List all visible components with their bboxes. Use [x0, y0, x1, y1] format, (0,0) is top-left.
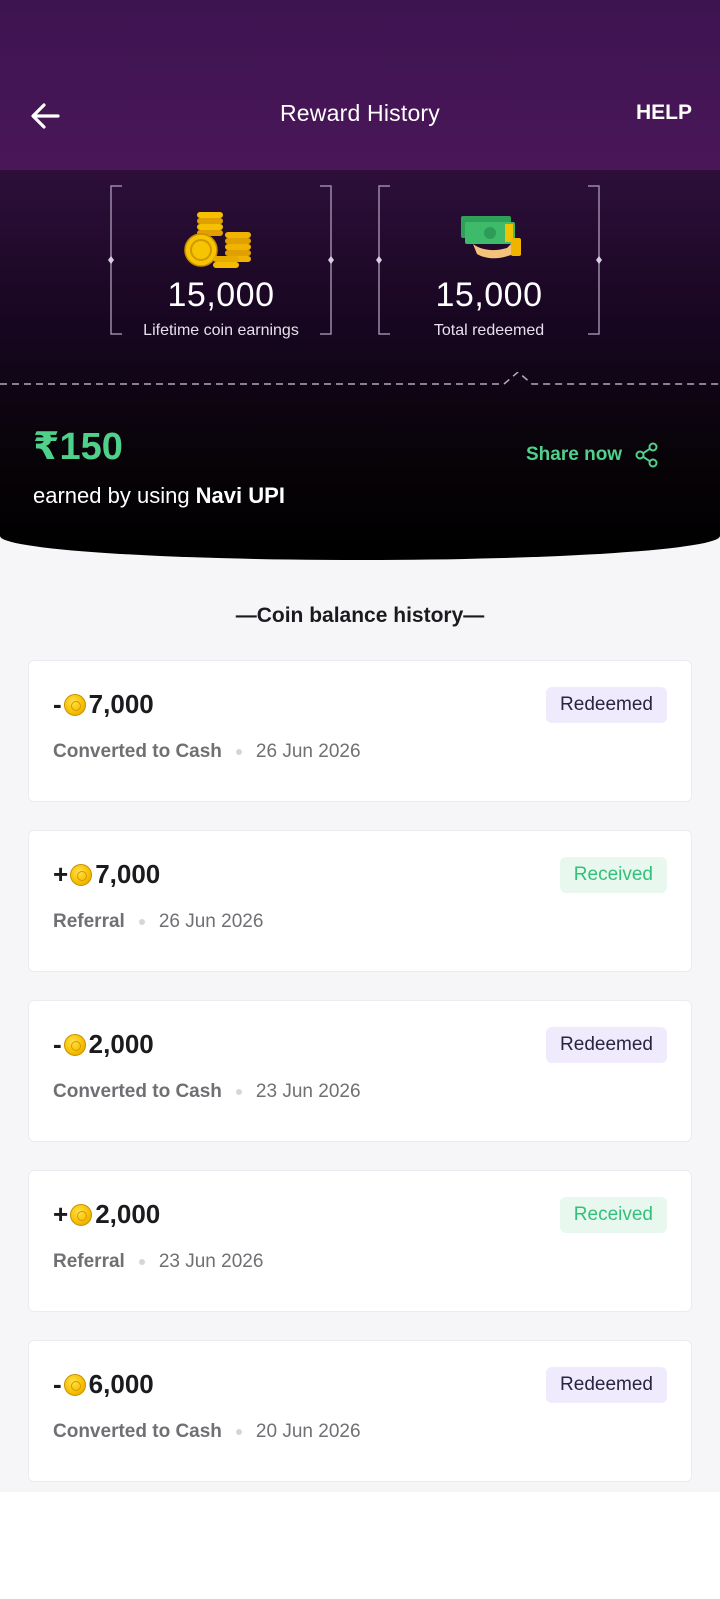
amount-sign: - — [53, 1369, 62, 1399]
history-item[interactable]: -7,000 Converted to Cash 26 Jun 2026 Redeem… — [28, 660, 692, 802]
history-item[interactable]: -6,000 Converted to Cash 20 Jun 2026 Redeem… — [28, 1340, 692, 1482]
divider — [0, 372, 720, 385]
coin-icon — [70, 863, 93, 886]
total-redeemed-card: 15,000 Total redeemed — [376, 184, 602, 339]
app-header: Reward History HELP — [0, 0, 720, 170]
transaction-type: Converted to Cash — [53, 741, 222, 762]
transaction-date: 26 Jun 2026 — [158, 911, 264, 932]
separator-dot — [138, 1259, 145, 1265]
cash-hand-icon — [461, 216, 521, 259]
status-badge: Redeemed — [546, 1367, 667, 1403]
total-redeemed-value: 15,000 — [435, 276, 543, 314]
transaction-type: Converted to Cash — [53, 1081, 222, 1102]
transaction-date: 23 Jun 2026 — [158, 1251, 264, 1272]
share-icon — [635, 442, 658, 468]
coin-icon — [70, 1203, 93, 1226]
share-now-button[interactable]: Share now — [526, 442, 660, 468]
amount-value: 2,000 — [88, 1029, 154, 1059]
coin-history-title: —Coin balance history— — [235, 604, 485, 627]
separator-dot — [235, 1429, 242, 1435]
status-badge: Received — [559, 857, 667, 893]
transaction-type: Referral — [53, 1251, 125, 1272]
history-item[interactable]: -2,000 Converted to Cash 23 Jun 2026 Redeem… — [28, 1000, 692, 1142]
amount-sign: + — [53, 1199, 69, 1229]
lifetime-earnings-label: Lifetime coin earnings — [143, 322, 299, 339]
coins-stack-icon — [184, 212, 251, 268]
amount-sign: - — [53, 1029, 62, 1059]
upi-brand: Navi UPI — [195, 483, 285, 508]
coin-icon — [63, 1033, 86, 1056]
history-meta: Converted to Cash 20 Jun 2026 — [53, 1421, 361, 1443]
bottom-area — [0, 1492, 720, 1599]
separator-dot — [235, 749, 242, 755]
status-badge: Redeemed — [546, 1027, 667, 1063]
history-meta: Referral 26 Jun 2026 — [53, 911, 263, 933]
lifetime-earnings-value: 15,000 — [167, 276, 275, 314]
transaction-date: 23 Jun 2026 — [255, 1081, 361, 1102]
transaction-date: 20 Jun 2026 — [255, 1421, 361, 1442]
history-amount: -2,000 — [53, 1029, 154, 1060]
history-meta: Referral 23 Jun 2026 — [53, 1251, 263, 1273]
history-amount: -7,000 — [53, 689, 154, 720]
amount-value: 2,000 — [95, 1199, 161, 1229]
upi-earned-prefix: earned by using — [33, 483, 196, 508]
history-amount: -6,000 — [53, 1369, 154, 1400]
coin-icon — [63, 1373, 86, 1396]
history-meta: Converted to Cash 23 Jun 2026 — [53, 1081, 361, 1103]
page-title: Reward History — [279, 100, 440, 126]
upi-earned-text: earned by using Navi UPI — [33, 483, 285, 509]
status-badge: Redeemed — [546, 687, 667, 723]
history-amount: +7,000 — [53, 859, 160, 890]
upi-earned-amount: ₹150 — [33, 426, 123, 468]
separator-dot — [235, 1089, 242, 1095]
history-meta: Converted to Cash 26 Jun 2026 — [53, 741, 361, 763]
amount-sign: - — [53, 689, 62, 719]
coin-icon — [63, 693, 86, 716]
history-item[interactable]: +7,000 Referral 26 Jun 2026 Received — [28, 830, 692, 972]
amount-value: 7,000 — [88, 689, 154, 719]
transaction-type: Converted to Cash — [53, 1421, 222, 1442]
separator-dot — [138, 919, 145, 925]
total-redeemed-label: Total redeemed — [433, 322, 545, 339]
status-badge: Received — [559, 1197, 667, 1233]
transaction-type: Referral — [53, 911, 125, 932]
help-button[interactable]: HELP — [636, 101, 692, 125]
amount-sign: + — [53, 859, 69, 889]
lifetime-earnings-card: 15,000 Lifetime coin earnings — [108, 184, 334, 339]
amount-value: 7,000 — [95, 859, 161, 889]
rewards-summary: 15,000 Lifetime coin earnings 15,000 Tot… — [0, 170, 720, 560]
history-amount: +2,000 — [53, 1199, 160, 1230]
share-now-label: Share now — [526, 444, 623, 465]
transaction-date: 26 Jun 2026 — [255, 741, 361, 762]
amount-value: 6,000 — [88, 1369, 154, 1399]
history-item[interactable]: +2,000 Referral 23 Jun 2026 Received — [28, 1170, 692, 1312]
